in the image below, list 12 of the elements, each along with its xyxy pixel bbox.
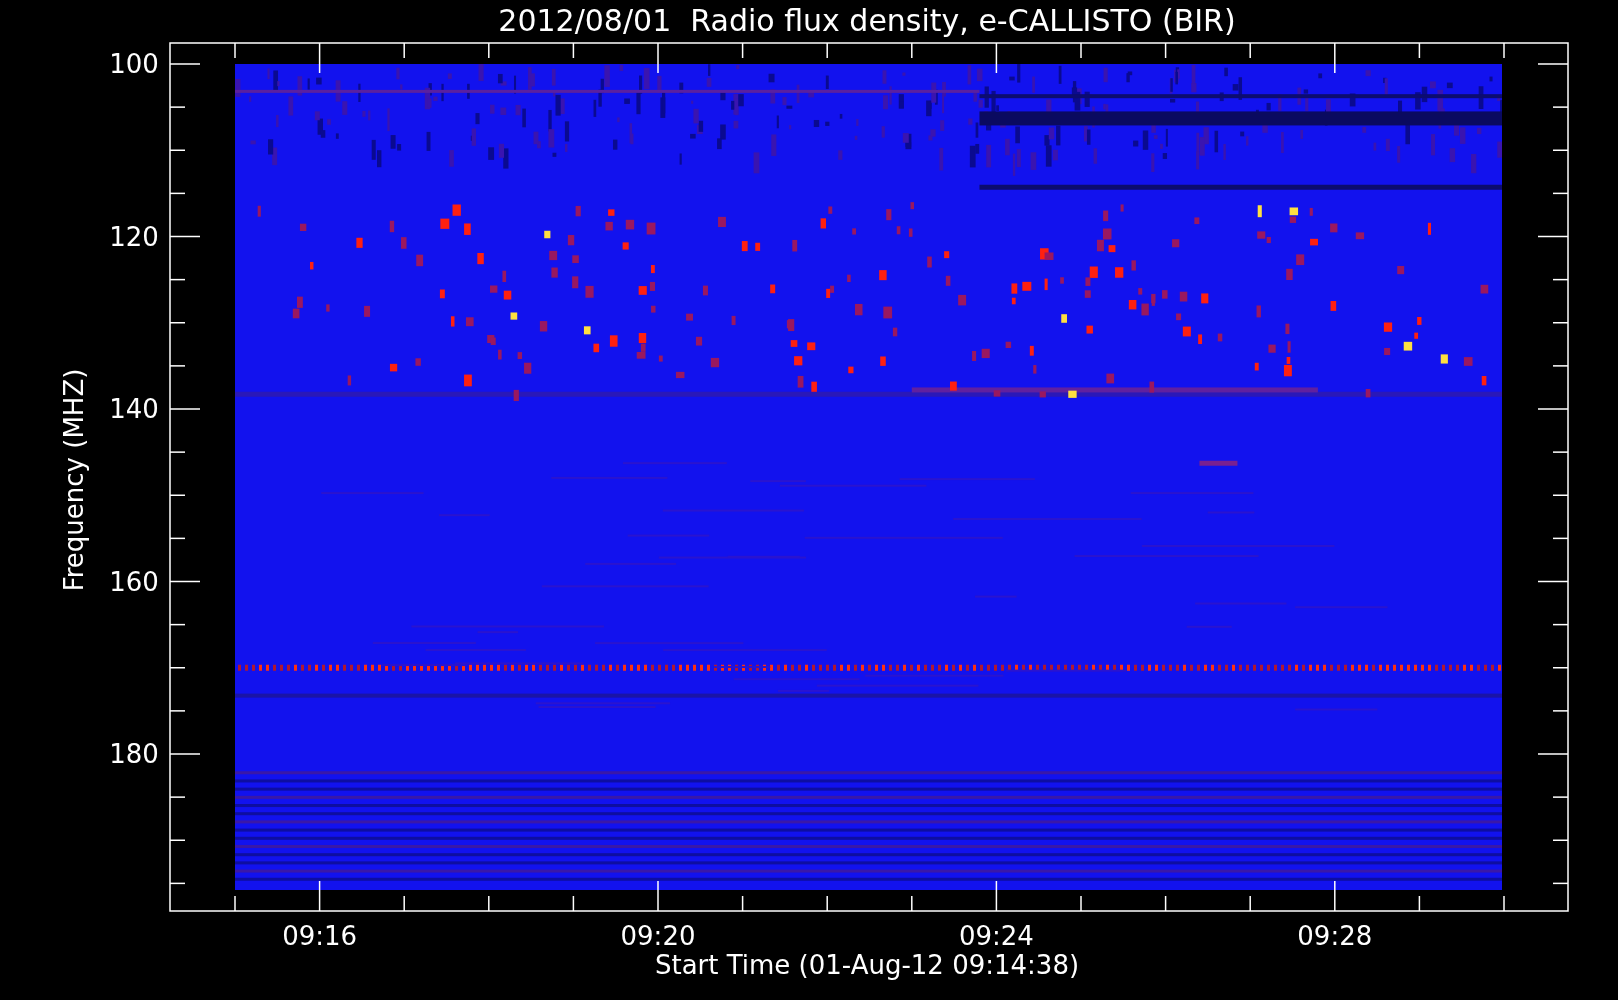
y-tick-label: 180 [109,739,159,769]
chart-title: 2012/08/01 Radio flux density, e-CALLISTO (BIR) [498,3,1236,38]
y-tick-label: 120 [109,221,159,252]
x-axis-label: Start Time (01-Aug-12 09:14:38) [654,950,1080,980]
x-tick-label: 09:24 [958,921,1034,951]
x-tick-label: 09:16 [282,921,358,951]
y-tick-label: 100 [109,49,159,79]
x-tick-label: 09:20 [620,921,696,951]
x-tick-label: 09:28 [1297,921,1373,951]
y-tick-label: 160 [109,566,159,597]
y-tick-label: 140 [109,394,159,424]
y-axis-label: Frequency (MHZ) [59,368,89,592]
